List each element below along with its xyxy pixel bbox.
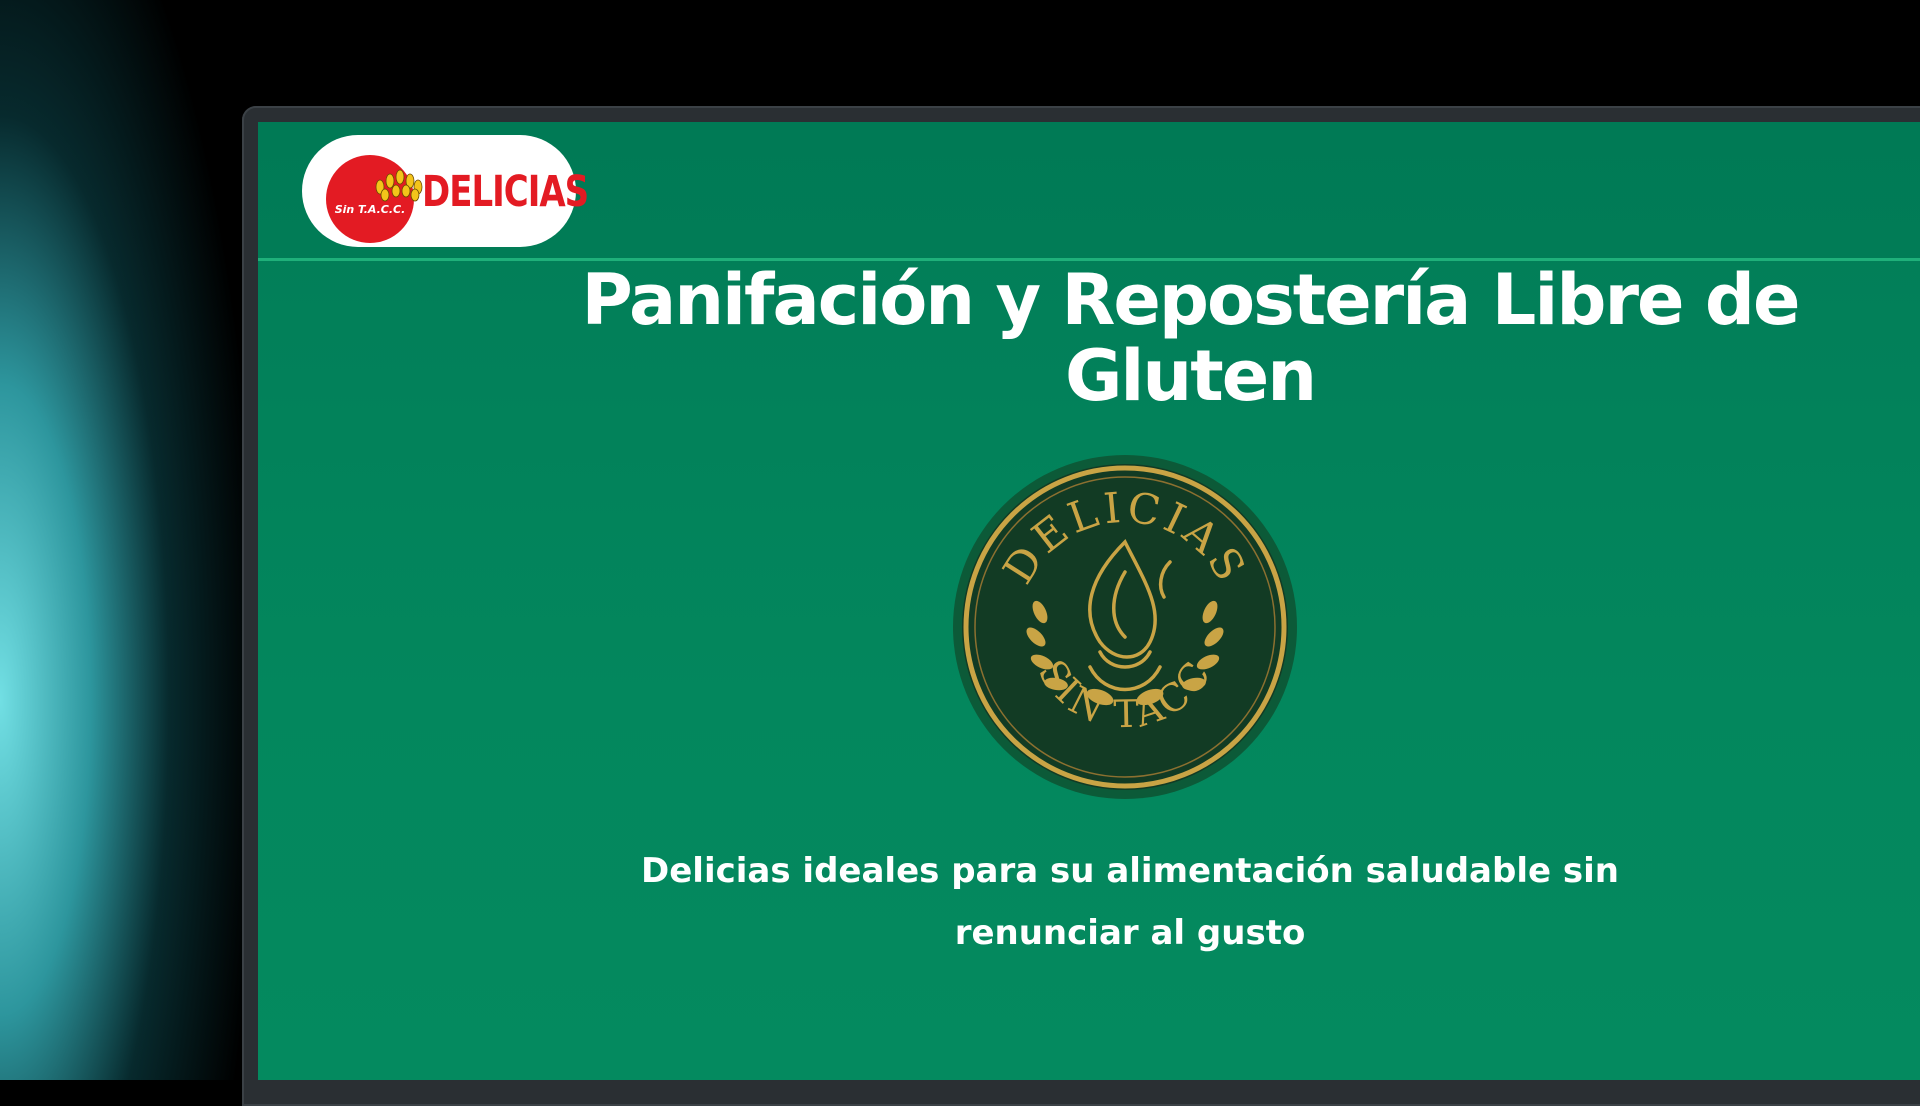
sin-tacc-badge: Sin T.A.C.C. <box>326 155 423 243</box>
brand-wordmark: DELICIAS <box>422 167 589 217</box>
site-navbar: Sin T.A.C.C. DELICIAS <box>258 122 1920 261</box>
hero-subtitle: Delicias ideales para su alimentación sa… <box>641 851 1619 953</box>
brand-logo-link[interactable]: Sin T.A.C.C. DELICIAS <box>302 135 589 247</box>
hero-title: Panifación y Repostería Libre de Gluten <box>581 259 1801 417</box>
delicias-sin-tacc-seal: DELICIAS SIN TACC <box>953 455 1297 799</box>
sin-tacc-badge-text: Sin T.A.C.C. <box>334 203 406 216</box>
